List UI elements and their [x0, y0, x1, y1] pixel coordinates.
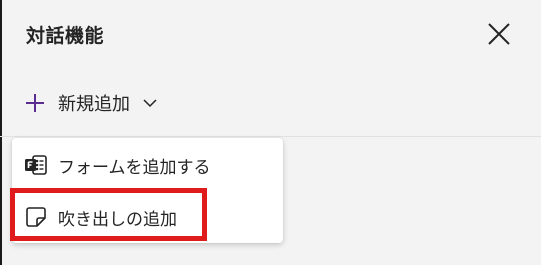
panel-left-border	[0, 0, 2, 265]
chevron-down-icon	[143, 99, 157, 108]
panel-title: 対話機能	[26, 25, 105, 47]
add-new-label: 新規追加	[58, 94, 130, 115]
menu-item-add-form-label: フォームを追加する	[58, 157, 211, 178]
interactivity-panel: 対話機能 新規追加 フォームを追加する 吹き出しの追加	[0, 0, 541, 265]
menu-item-add-callout-label: 吹き出しの追加	[58, 209, 177, 230]
close-icon	[488, 23, 510, 45]
close-button[interactable]	[483, 18, 515, 50]
add-new-dropdown-menu: フォームを追加する 吹き出しの追加	[12, 138, 283, 243]
menu-item-add-callout[interactable]: 吹き出しの追加	[12, 194, 283, 240]
forms-icon	[25, 155, 47, 175]
plus-icon	[26, 94, 44, 112]
divider	[0, 136, 541, 137]
menu-item-add-form[interactable]: フォームを追加する	[12, 142, 283, 188]
add-new-button[interactable]: 新規追加	[24, 86, 158, 120]
callout-icon	[26, 207, 46, 227]
